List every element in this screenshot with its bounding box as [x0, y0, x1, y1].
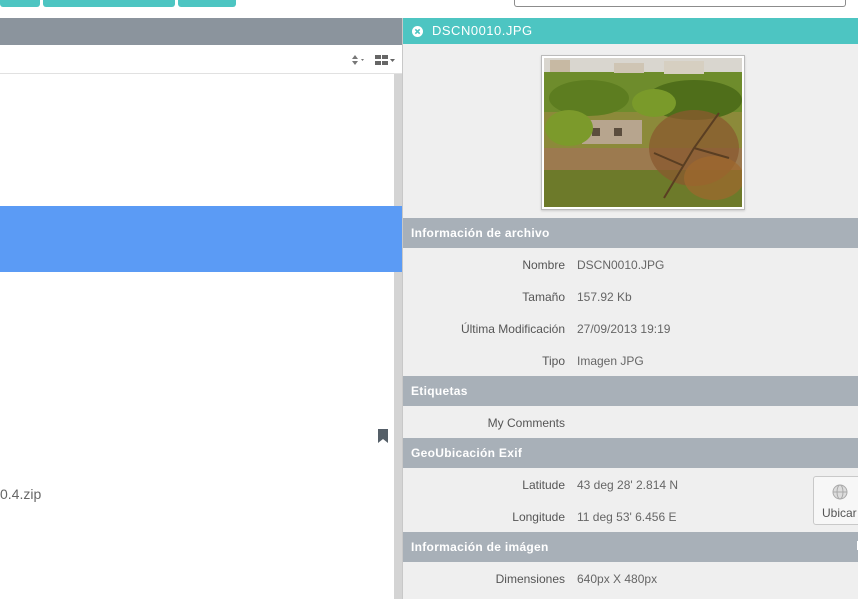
toolbar-button-1[interactable] [0, 0, 40, 7]
label-name: Nombre [522, 258, 565, 272]
value-dimensions: 640px X 480px [577, 572, 658, 586]
file-list-header [0, 18, 402, 45]
app-root: 0.4.zip DSCN0010.JPG Información de arch… [0, 0, 858, 599]
grid-view-icon[interactable] [375, 54, 397, 66]
label-size: Tamaño [522, 290, 565, 304]
globe-icon [832, 484, 848, 500]
file-list[interactable] [0, 74, 394, 599]
sort-icon[interactable] [351, 54, 367, 66]
top-toolbar [0, 0, 858, 18]
details-title: DSCN0010.JPG [432, 23, 533, 38]
landscape-photo [544, 58, 742, 207]
bookmark-icon[interactable] [377, 429, 389, 444]
value-longitude: 11 deg 53' 6.456 E [577, 510, 677, 524]
locate-button[interactable]: Ubicar [813, 476, 858, 525]
toolbar-button-2[interactable] [43, 0, 175, 7]
image-thumbnail[interactable] [541, 55, 745, 210]
label-latitude: Latitude [522, 478, 565, 492]
section-tags-header: Etiquetas [403, 376, 858, 406]
label-comments: My Comments [487, 416, 565, 430]
label-dimensions: Dimensiones [495, 572, 565, 586]
section-image-info-header: Información de imágen [403, 532, 858, 562]
file-row-selected[interactable] [0, 206, 402, 272]
label-type: Tipo [542, 354, 565, 368]
details-header: DSCN0010.JPG [403, 18, 858, 44]
close-circle-icon[interactable] [412, 26, 423, 37]
scrollbar-selection-marker [394, 206, 402, 272]
section-file-info-header: Información de archivo [403, 218, 858, 248]
file-list-scrollbar[interactable] [394, 74, 402, 599]
value-type: Imagen JPG [577, 354, 644, 368]
label-longitude: Longitude [512, 510, 565, 524]
value-latitude: 43 deg 28' 2.814 N [577, 478, 679, 492]
value-size: 157.92 Kb [577, 290, 632, 304]
file-list-toolbar [0, 45, 402, 74]
file-details-panel: DSCN0010.JPG Información de archivo Nomb… [402, 18, 858, 599]
toolbar-button-3[interactable] [178, 0, 236, 7]
locate-button-label: Ubicar [822, 506, 857, 520]
label-modified: Última Modificación [460, 322, 565, 336]
search-input[interactable] [514, 0, 846, 7]
section-geo-header: GeoUbicación Exif [403, 438, 858, 468]
file-name-label[interactable]: 0.4.zip [0, 486, 41, 502]
value-name: DSCN0010.JPG [577, 258, 665, 272]
value-modified: 27/09/2013 19:19 [577, 322, 671, 336]
